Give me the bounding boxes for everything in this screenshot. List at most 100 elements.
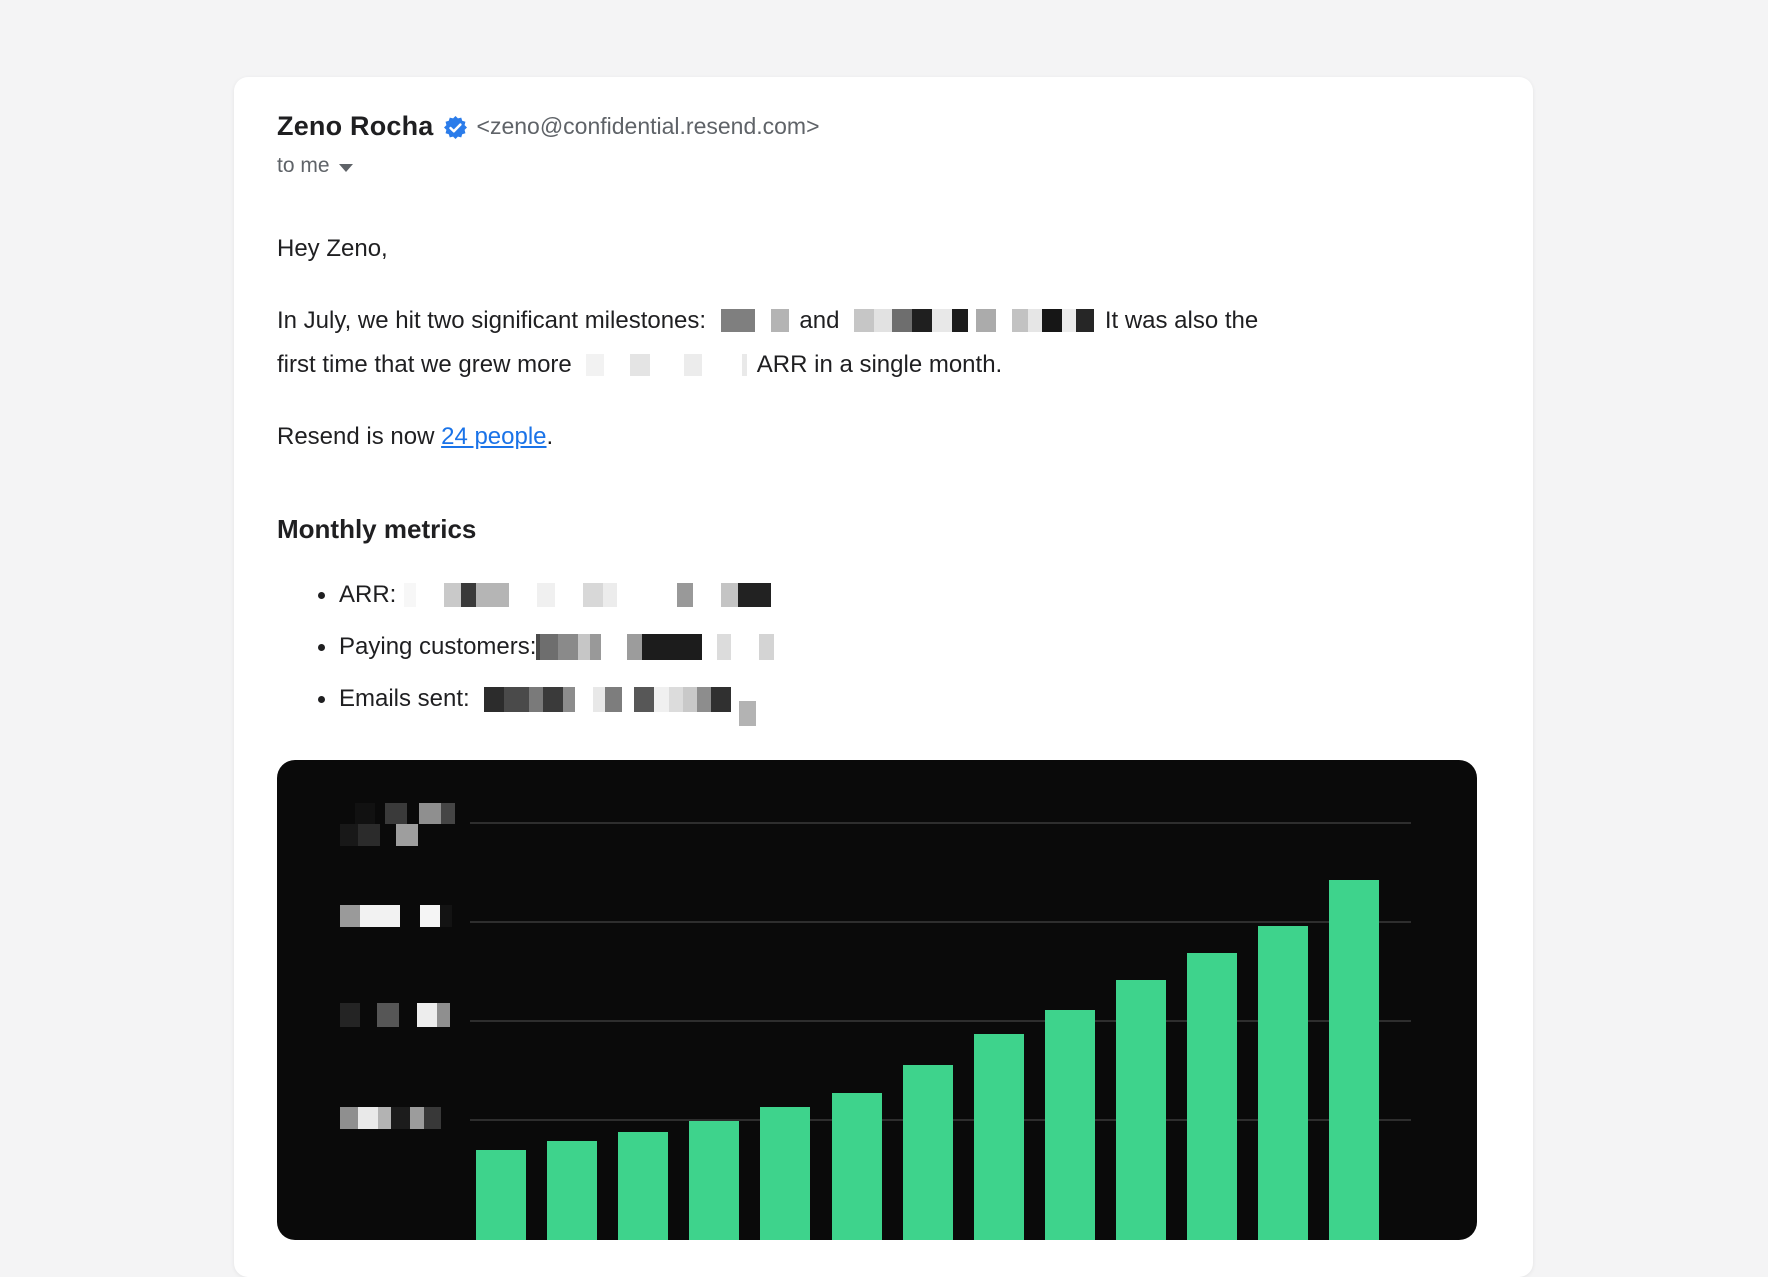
redacted-block (1012, 309, 1028, 332)
redacted-block (590, 634, 601, 660)
redacted-block (377, 1003, 399, 1027)
redacted-block (355, 803, 375, 824)
redacted-growth-amount (586, 354, 747, 376)
redacted-block (378, 1107, 391, 1129)
redacted-block (385, 803, 407, 824)
redacted-block (731, 687, 739, 712)
chart-gridline (470, 822, 1411, 824)
chart-bar (1116, 980, 1166, 1240)
team-sentence-suffix: . (547, 423, 554, 450)
people-count-link[interactable]: 24 people (441, 423, 546, 450)
redacted-block (650, 354, 684, 376)
sender-address: <zeno@confidential.resend.com> (477, 113, 820, 140)
redacted-block (407, 803, 419, 824)
chart-axis-label-redacted (340, 803, 455, 846)
redacted-block (669, 687, 683, 712)
redacted-block (1076, 309, 1094, 332)
redacted-block (509, 583, 537, 607)
redacted-block (654, 687, 669, 712)
redacted-block (358, 1107, 378, 1129)
chart-bar (1258, 926, 1308, 1240)
metric-label: ARR: (339, 581, 396, 609)
verified-badge-icon (444, 116, 467, 139)
redacted-emails-value (470, 687, 756, 712)
redacted-block (484, 687, 504, 712)
redacted-block (677, 583, 693, 607)
paragraph-line: first time that we grew more ARR in a si… (277, 351, 1002, 378)
metrics-heading: Monthly metrics (277, 514, 476, 545)
redacted-block (419, 803, 441, 824)
redacted-block (702, 634, 717, 660)
chart-bar (1045, 1010, 1095, 1240)
redacted-block (1062, 309, 1076, 332)
chart-bar (832, 1093, 882, 1240)
chevron-down-icon[interactable] (339, 164, 353, 172)
redacted-block (470, 687, 484, 712)
redacted-block (540, 634, 558, 660)
redacted-block (391, 1107, 410, 1129)
redacted-block (593, 687, 605, 712)
redacted-block (440, 905, 452, 927)
redacted-block (396, 824, 418, 846)
chart-bar (618, 1132, 668, 1240)
redacted-block (558, 634, 578, 660)
redacted-block (932, 309, 952, 332)
bullet-dot (318, 696, 325, 703)
redacted-block (738, 583, 771, 607)
email-message-card: Zeno Rocha <zeno@confidential.resend.com… (234, 77, 1533, 1277)
redacted-block (404, 583, 416, 607)
redacted-block (601, 634, 627, 660)
redacted-block (461, 583, 476, 607)
growth-text-end: ARR in a single month. (757, 351, 1002, 378)
redacted-block (575, 687, 593, 712)
redacted-block (622, 687, 634, 712)
redacted-block (617, 583, 677, 607)
metrics-list: ARR: Paying customers: Emails sent: (277, 569, 774, 725)
redacted-block (759, 634, 774, 660)
redacted-block (360, 905, 400, 927)
recipient-row[interactable]: to me (277, 154, 820, 178)
growth-text-start: first time that we grew more (277, 351, 572, 378)
redacted-block (578, 634, 590, 660)
redacted-block (739, 701, 756, 726)
redacted-block (684, 354, 702, 376)
redacted-block (380, 824, 396, 846)
redacted-block (444, 583, 461, 607)
redacted-block (721, 583, 738, 607)
redacted-block (396, 583, 404, 607)
recipient-label[interactable]: to me (277, 154, 330, 178)
chart-bar (689, 1121, 739, 1240)
redacted-block (583, 583, 603, 607)
redacted-block (340, 1107, 358, 1129)
chart-axis-label-redacted (340, 1107, 441, 1129)
redacted-block (721, 309, 755, 332)
redacted-block (634, 687, 654, 712)
milestones-text-end: It was also the (1105, 307, 1258, 334)
metrics-chart (277, 760, 1477, 1240)
milestones-text-and: and (799, 307, 839, 334)
chart-bar (1329, 880, 1379, 1240)
redacted-block (683, 687, 697, 712)
redacted-block (627, 634, 642, 660)
redacted-block (976, 309, 996, 332)
redacted-block (504, 687, 529, 712)
redacted-block (340, 803, 355, 824)
redacted-arr-value (396, 583, 771, 607)
redacted-block (543, 687, 563, 712)
redacted-block (529, 687, 543, 712)
redacted-block (400, 905, 420, 927)
chart-axis-label-redacted (340, 905, 452, 927)
redacted-block (416, 583, 444, 607)
greeting-text: Hey Zeno, (277, 227, 388, 271)
redacted-block (854, 309, 874, 332)
redacted-block (410, 1107, 424, 1129)
redacted-block (771, 309, 789, 332)
redacted-block (358, 824, 380, 846)
chart-bar (547, 1141, 597, 1240)
redacted-block (420, 905, 440, 927)
redacted-milestone-1 (721, 309, 789, 332)
email-header: Zeno Rocha <zeno@confidential.resend.com… (277, 111, 820, 178)
redacted-block (1028, 309, 1042, 332)
chart-bar (974, 1034, 1024, 1240)
redacted-block (555, 583, 583, 607)
